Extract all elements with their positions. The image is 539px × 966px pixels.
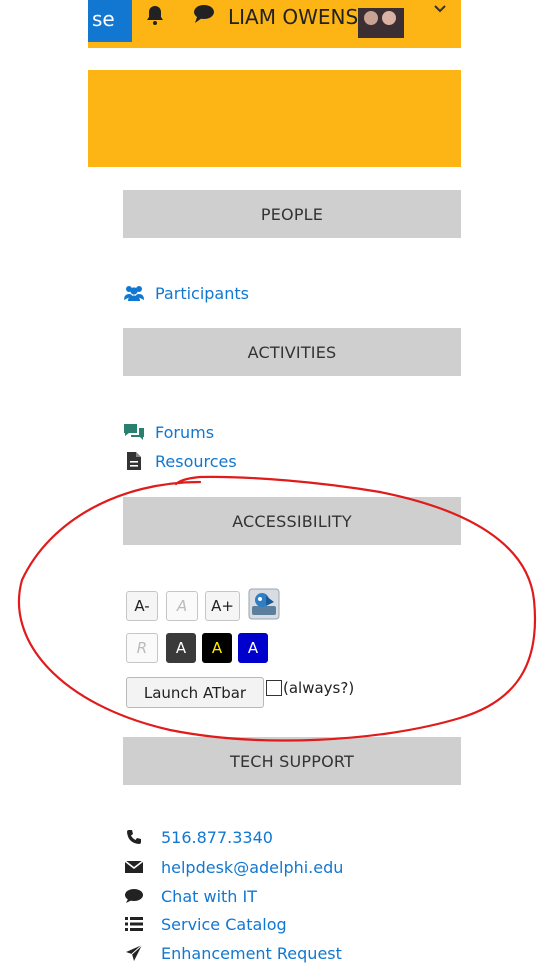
link-resources[interactable]: Resources xyxy=(123,448,237,474)
always-label: (always?) xyxy=(283,679,355,697)
link-participants[interactable]: Participants xyxy=(123,280,249,306)
link-label: Service Catalog xyxy=(161,914,287,934)
link-label: Resources xyxy=(155,451,237,471)
section-title: ACCESSIBILITY xyxy=(232,511,352,531)
increase-font-button[interactable]: A+ xyxy=(205,591,240,621)
link-chat-with-it[interactable]: Chat with IT xyxy=(123,883,257,909)
paper-plane-icon xyxy=(123,942,145,964)
user-name[interactable]: LIAM OWENS xyxy=(228,0,358,34)
file-icon xyxy=(123,450,145,472)
link-label: 516.877.3340 xyxy=(161,827,273,847)
link-forums[interactable]: Forums xyxy=(123,419,214,445)
section-header-people: PEOPLE xyxy=(123,190,461,238)
bell-icon[interactable] xyxy=(143,4,167,28)
colour-yellow-black-button[interactable]: A xyxy=(202,633,232,663)
atbar-logo-icon[interactable] xyxy=(248,588,280,620)
link-label: Participants xyxy=(155,283,249,303)
users-icon xyxy=(123,282,145,304)
section-title: TECH SUPPORT xyxy=(229,751,355,771)
link-label: Enhancement Request xyxy=(161,943,342,963)
decrease-font-button[interactable]: A- xyxy=(126,591,158,621)
reset-font-button[interactable]: A xyxy=(166,591,198,621)
colour-dark-gray-button[interactable]: A xyxy=(166,633,196,663)
link-label: Forums xyxy=(155,422,215,442)
reset-colour-button[interactable]: R xyxy=(126,633,158,663)
section-title: PEOPLE xyxy=(260,204,324,224)
chat-bubble-icon[interactable] xyxy=(192,4,216,28)
section-title: ACTIVITIES xyxy=(247,342,337,362)
link-phone[interactable]: 516.877.3340 xyxy=(123,824,273,850)
link-enhancement-request[interactable]: Enhancement Request xyxy=(123,940,342,966)
colour-blue-button[interactable]: A xyxy=(238,633,268,663)
forum-chat-icon xyxy=(123,421,145,443)
list-icon xyxy=(123,913,145,935)
section-header-tech-support: TECH SUPPORT xyxy=(123,737,461,785)
course-button[interactable]: se xyxy=(88,0,132,42)
avatar[interactable] xyxy=(358,8,404,38)
chevron-down-icon[interactable] xyxy=(434,0,446,20)
section-header-activities: ACTIVITIES xyxy=(123,328,461,376)
course-banner xyxy=(88,70,461,167)
always-checkbox[interactable] xyxy=(266,680,282,696)
section-header-accessibility: ACCESSIBILITY xyxy=(123,497,461,545)
link-label: Chat with IT xyxy=(161,886,257,906)
link-helpdesk-email[interactable]: helpdesk@adelphi.edu xyxy=(123,854,343,880)
envelope-icon xyxy=(123,856,145,878)
launch-atbar-button[interactable]: Launch ATbar xyxy=(126,677,264,708)
chat-bubble-icon xyxy=(123,885,145,907)
link-label: helpdesk@adelphi.edu xyxy=(161,857,344,877)
phone-icon xyxy=(123,826,145,848)
link-service-catalog[interactable]: Service Catalog xyxy=(123,911,287,937)
